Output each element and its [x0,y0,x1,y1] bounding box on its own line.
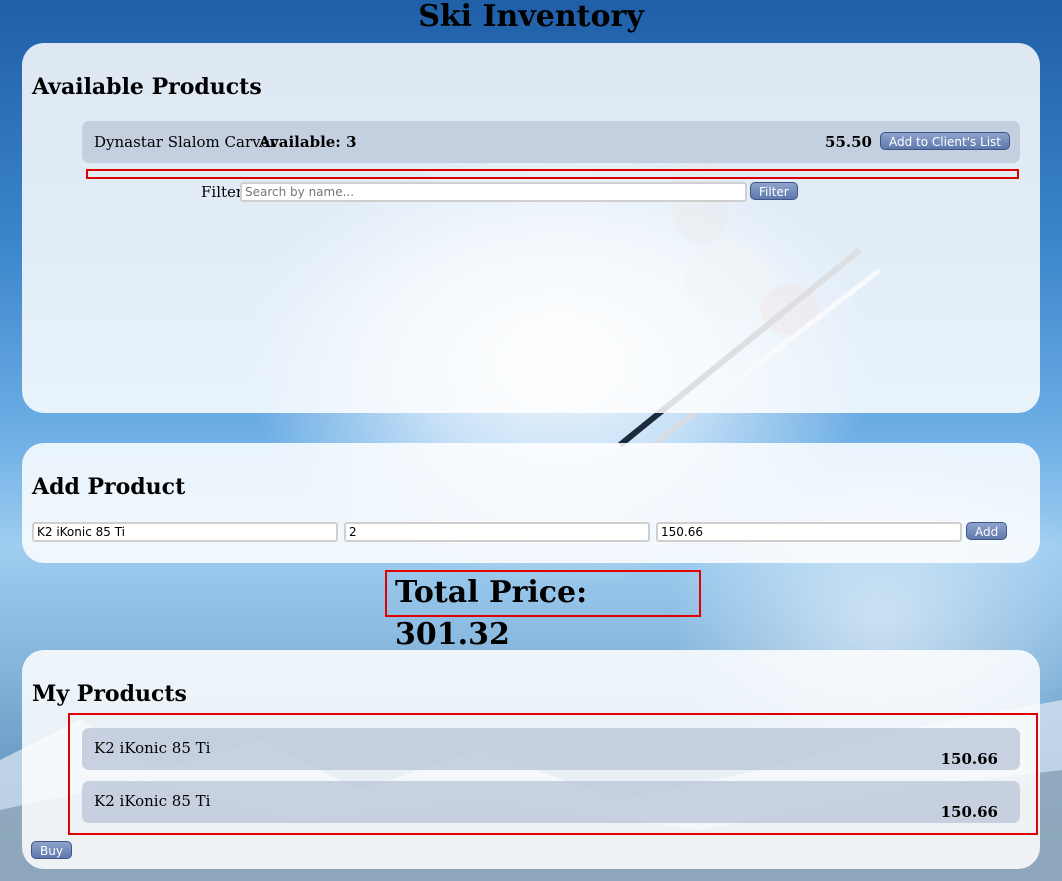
my-products-heading: My Products [32,681,187,707]
product-quantity-input[interactable] [344,522,650,542]
available-products-panel: Available Products Dynastar Slalom Carve… [22,43,1040,413]
total-price: Total Price: 301.32 [385,570,701,652]
available-products-heading: Available Products [32,74,262,100]
page-title: Ski Inventory [418,0,644,34]
product-availability: Available: 3 [259,133,357,151]
product-row: Dynastar Slalom Carver Available: 3 55.5… [82,121,1020,163]
product-price: 55.50 [825,133,872,151]
filter-search-input[interactable] [240,182,747,202]
my-product-price: 150.66 [940,750,998,768]
my-product-row: K2 iKonic 85 Ti 150.66 [82,781,1020,823]
buy-button[interactable]: Buy [31,841,72,859]
my-product-row: K2 iKonic 85 Ti 150.66 [82,728,1020,770]
filter-label: Filter [201,183,244,201]
add-to-clients-list-button[interactable]: Add to Client's List [880,132,1010,150]
my-product-price: 150.66 [940,803,998,821]
my-products-panel: My Products K2 iKonic 85 Ti 150.66 K2 iK… [22,650,1040,869]
product-name-input[interactable] [32,522,338,542]
add-product-heading: Add Product [32,474,186,500]
my-product-name: K2 iKonic 85 Ti [94,739,211,757]
filter-button[interactable]: Filter [750,182,798,200]
highlight-box-empty [86,169,1019,179]
add-product-panel: Add Product Add [22,443,1040,563]
my-product-name: K2 iKonic 85 Ti [94,792,211,810]
product-name: Dynastar Slalom Carver [94,133,277,151]
add-product-button[interactable]: Add [966,522,1008,540]
product-price-input[interactable] [656,522,962,542]
